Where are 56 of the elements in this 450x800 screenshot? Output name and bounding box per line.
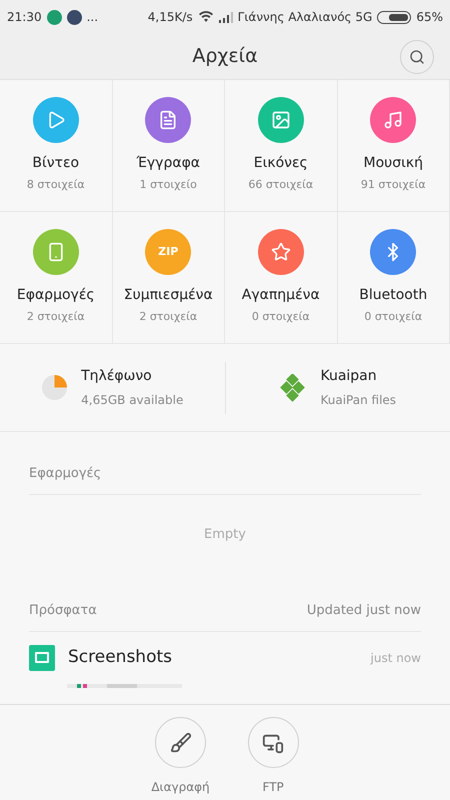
search-icon (409, 49, 425, 65)
storage-detail: KuaiPan files (320, 392, 396, 409)
item-count: 0 στοιχεία (252, 309, 310, 326)
category-name: Εικόνες (254, 154, 308, 174)
brush-icon (170, 732, 192, 754)
kuaipan-logo-icon (279, 374, 308, 402)
item-count: 8 στοιχεία (26, 177, 85, 194)
music-icon (383, 110, 404, 130)
category-name: Εφαρμογές (16, 286, 95, 306)
clock: 21:30 (7, 9, 42, 26)
item-count: 1 στοιχείο (140, 177, 197, 194)
battery-percent: 65% (416, 9, 443, 26)
folder-name: Screenshots (68, 646, 174, 669)
battery-icon (377, 10, 412, 24)
storage-entry[interactable]: Kuaipan KuaiPan files (226, 366, 450, 409)
storage-detail: 4,65GB available (81, 392, 184, 409)
search-button[interactable] (400, 40, 434, 74)
item-count: 2 στοιχεία (26, 309, 85, 326)
screenshot-folder-icon (29, 644, 55, 670)
category-tile[interactable]: Μουσική 91 στοιχεία (338, 80, 450, 212)
empty-message: Empty (204, 526, 246, 544)
category-name: Βίντεο (32, 154, 80, 174)
document-icon (158, 110, 178, 130)
category-tile[interactable]: Βίντεο 8 στοιχεία (0, 80, 112, 212)
category-tile[interactable]: Έγγραφα 1 στοιχείο (112, 80, 225, 212)
category-tile[interactable]: Εικόνες 66 στοιχεία (225, 80, 338, 212)
more-notifications: ... (86, 9, 98, 26)
recent-folder[interactable]: Screenshots just now (29, 632, 421, 684)
signal-icon (218, 12, 233, 22)
section-title: Πρόσφατα (29, 602, 97, 620)
item-count: 91 στοιχεία (360, 177, 426, 194)
storage-name: Τηλέφωνο (81, 367, 152, 386)
folder-time: just now (370, 650, 421, 666)
item-count: 0 στοιχεία (364, 309, 422, 326)
category-name: Συμπιεσμένα (124, 286, 213, 306)
category-name: Μουσική (364, 154, 423, 174)
update-status: Updated just now (306, 602, 421, 620)
zip-label: ZIP (158, 244, 178, 260)
item-count: 66 στοιχεία (248, 177, 314, 194)
page-title: Αρχεία (192, 44, 258, 70)
network-speed: 4,15K/s (148, 9, 193, 26)
category-name: Bluetooth (359, 286, 428, 306)
storage-name: Kuaipan (320, 367, 377, 386)
section-title: Εφαρμογές (29, 466, 102, 481)
star-icon (270, 242, 291, 262)
image-icon (270, 110, 291, 130)
wifi-icon (198, 11, 214, 23)
category-tile[interactable]: Εφαρμογές 2 στοιχεία (0, 212, 112, 344)
storage-entry[interactable]: Τηλέφωνο 4,65GB available (0, 366, 224, 409)
category-name: Αγαπημένα (242, 286, 320, 306)
category-tile[interactable]: Bluetooth 0 στοιχεία (338, 212, 450, 344)
carrier-name: Γιάννης Αλαλιανός 5G (238, 9, 372, 26)
category-name: Έγγραφα (136, 154, 200, 174)
category-tile[interactable]: Αγαπημένα 0 στοιχεία (225, 212, 338, 344)
item-count: 2 στοιχεία (139, 309, 198, 326)
category-tile[interactable]: ZIP Συμπιεσμένα 2 στοιχεία (112, 212, 225, 344)
